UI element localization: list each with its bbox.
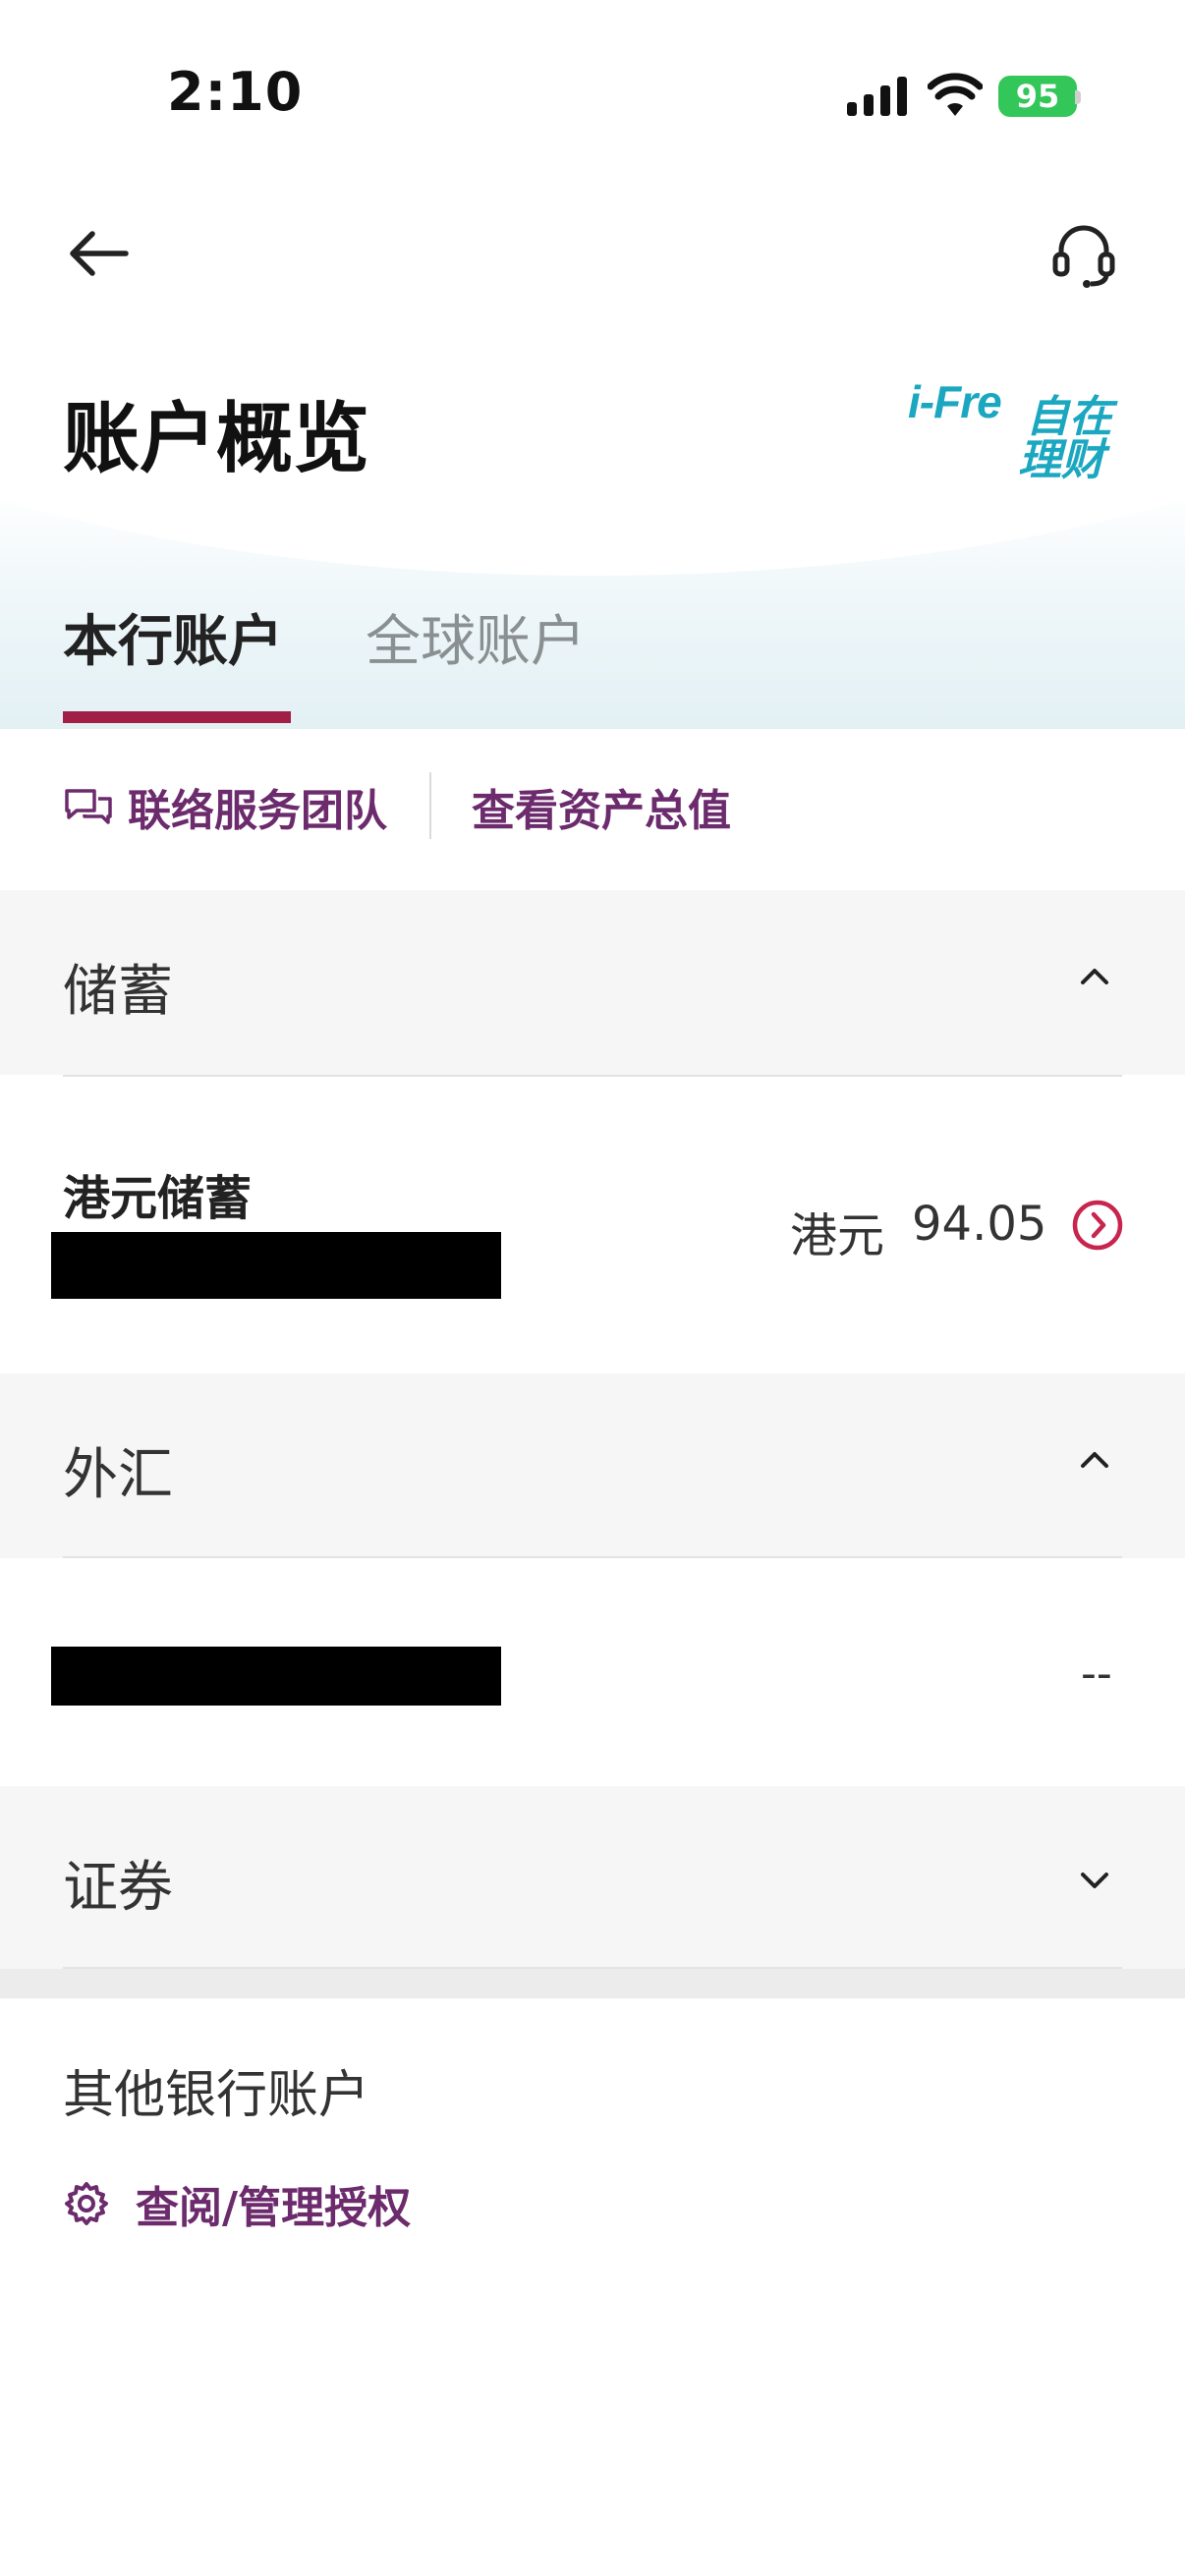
section-title-securities: 证券 [63, 1856, 173, 1920]
wifi-icon [928, 73, 983, 116]
chevron-up-icon[interactable] [1075, 957, 1114, 996]
headset-icon [1052, 225, 1115, 288]
account-balance: 港元 94.05 [790, 1197, 1046, 1265]
section-divider [63, 1556, 1122, 1558]
chevron-down-icon[interactable] [1075, 1861, 1114, 1900]
battery-indicator: 95 [998, 76, 1077, 117]
status-time: 2:10 [167, 61, 304, 123]
contact-team-label: 联络服务团队 [128, 786, 387, 836]
tab-global-accounts[interactable]: 全球账户 [366, 597, 586, 677]
chevron-right-circle-icon[interactable] [1071, 1199, 1124, 1252]
contact-team-link[interactable]: 联络服务团队 [63, 776, 387, 837]
section-header-securities[interactable] [0, 1786, 1185, 1971]
arrow-left-icon [70, 231, 129, 276]
ifree-logo: i-Fre 自在 理财 [908, 375, 1120, 485]
manage-authorization-label: 查阅/管理授权 [136, 2183, 412, 2233]
view-total-assets-link[interactable]: 查看资产总值 [472, 776, 731, 837]
customer-support-button[interactable] [1042, 214, 1126, 299]
tab-band-curve [0, 487, 1185, 576]
active-tab-indicator [63, 711, 291, 723]
link-divider [429, 772, 431, 839]
account-name: 港元储蓄 [63, 1171, 253, 1226]
redacted-account-number [51, 1232, 501, 1299]
balance-amount: 94.05 [912, 1197, 1047, 1252]
section-title-savings: 储蓄 [63, 960, 173, 1024]
redacted-fx-account [51, 1647, 501, 1706]
chat-bubbles-icon [65, 789, 112, 824]
section-header-savings[interactable] [0, 890, 1185, 1075]
section-header-fx[interactable] [0, 1373, 1185, 1558]
battery-level: 95 [1015, 78, 1060, 115]
page-title: 账户概览 [63, 395, 370, 483]
section-gap [0, 1969, 1185, 1998]
back-button[interactable] [59, 218, 138, 289]
tab-local-accounts[interactable]: 本行账户 [63, 597, 283, 677]
chevron-up-icon[interactable] [1075, 1440, 1114, 1480]
logo-text-en: i-Fre [908, 376, 1002, 427]
manage-authorization-link[interactable]: 查阅/管理授权 [63, 2171, 411, 2236]
cellular-signal-icon [847, 77, 907, 116]
battery-tip [1075, 90, 1081, 104]
view-assets-label: 查看资产总值 [472, 786, 731, 836]
section-divider [63, 1075, 1122, 1077]
section-title-fx: 外汇 [63, 1443, 173, 1507]
logo-text-cn-2: 理财 [1018, 435, 1104, 485]
other-bank-accounts-title: 其他银行账户 [63, 2066, 370, 2125]
fx-value: -- [1081, 1649, 1112, 1699]
gear-icon [65, 2182, 108, 2225]
balance-currency: 港元 [790, 1208, 885, 1263]
